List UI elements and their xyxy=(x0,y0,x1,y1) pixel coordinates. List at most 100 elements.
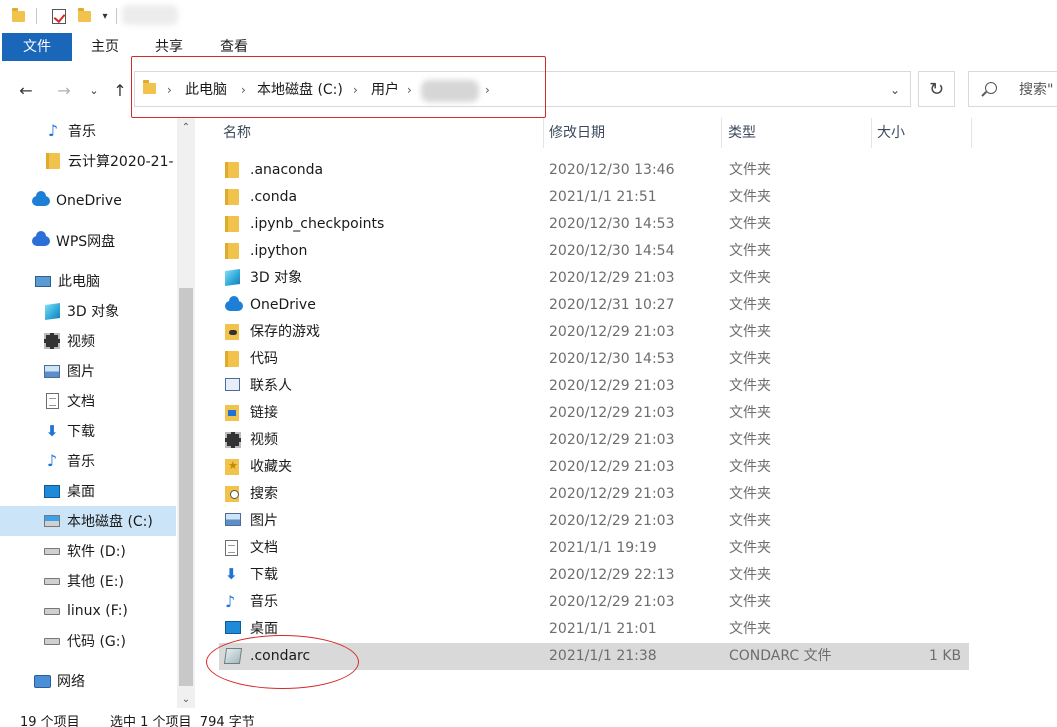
sidebar-item-label: 视频 xyxy=(67,334,95,350)
sidebar-item-music-2[interactable]: ♪ 音乐 xyxy=(0,446,176,476)
file-date: 2021/1/1 21:51 xyxy=(549,189,657,205)
folder-icon[interactable] xyxy=(10,6,26,26)
sidebar-item-onedrive[interactable]: OneDrive xyxy=(0,186,176,216)
sidebar-item-music[interactable]: ♪ 音乐 xyxy=(0,118,176,146)
file-name: .anaconda xyxy=(250,162,324,178)
file-date: 2020/12/29 21:03 xyxy=(549,432,675,448)
sidebar-item-drive-f[interactable]: linux (F:) xyxy=(0,596,176,626)
file-name: 3D 对象 xyxy=(250,270,303,286)
file-type: 文件夹 xyxy=(729,540,771,556)
divider xyxy=(36,8,37,24)
folder-icon xyxy=(225,162,243,179)
table-row[interactable]: 保存的游戏 2020/12/29 21:03 文件夹 xyxy=(219,319,969,346)
sidebar-item-this-pc[interactable]: 此电脑 xyxy=(0,266,176,296)
table-row[interactable]: 视频 2020/12/29 21:03 文件夹 xyxy=(219,427,969,454)
forward-arrow-icon[interactable]: → xyxy=(52,78,76,102)
sidebar-item-drive-c[interactable]: 本地磁盘 (C:) xyxy=(0,506,176,536)
table-row[interactable]: 桌面 2021/1/1 21:01 文件夹 xyxy=(219,616,969,643)
file-date: 2020/12/29 21:03 xyxy=(549,594,675,610)
table-row[interactable]: 收藏夹 2020/12/29 21:03 文件夹 xyxy=(219,454,969,481)
file-date: 2020/12/30 13:46 xyxy=(549,162,675,178)
video-film-icon xyxy=(43,332,61,350)
file-date: 2020/12/29 22:13 xyxy=(549,567,675,583)
new-folder-icon[interactable] xyxy=(76,6,92,26)
table-row[interactable]: .ipython 2020/12/30 14:54 文件夹 xyxy=(219,238,969,265)
file-name: 视频 xyxy=(250,432,278,448)
sidebar-item-downloads[interactable]: ⬇ 下载 xyxy=(0,416,176,446)
file-date: 2020/12/29 21:03 xyxy=(549,513,675,529)
recent-locations-chevron-icon[interactable]: ⌄ xyxy=(84,78,104,102)
tab-home[interactable]: 主页 xyxy=(80,33,130,61)
table-row[interactable]: 图片 2020/12/29 21:03 文件夹 xyxy=(219,508,969,535)
folder-icon xyxy=(225,189,243,206)
file-type: 文件夹 xyxy=(729,594,771,610)
sidebar-item-wps[interactable]: WPS网盘 xyxy=(0,226,176,256)
table-row[interactable]: .ipynb_checkpoints 2020/12/30 14:53 文件夹 xyxy=(219,211,969,238)
search-input[interactable]: 搜索" xyxy=(968,71,1057,107)
file-name: .ipynb_checkpoints xyxy=(250,216,385,232)
table-row[interactable]: 3D 对象 2020/12/29 21:03 文件夹 xyxy=(219,265,969,292)
column-divider[interactable] xyxy=(871,118,872,148)
file-date: 2020/12/29 21:03 xyxy=(549,378,675,394)
sidebar-item-drive-g[interactable]: 代码 (G:) xyxy=(0,626,176,656)
table-row[interactable]: ♪ 音乐 2020/12/29 21:03 文件夹 xyxy=(219,589,969,616)
music-note-icon: ♪ xyxy=(225,592,236,611)
table-row[interactable]: OneDrive 2020/12/31 10:27 文件夹 xyxy=(219,292,969,319)
divider xyxy=(116,8,117,24)
folder-icon xyxy=(225,351,243,368)
this-pc-icon xyxy=(34,272,52,290)
tab-file[interactable]: 文件 xyxy=(2,33,72,61)
table-row[interactable]: .conda 2021/1/1 21:51 文件夹 xyxy=(219,184,969,211)
column-header-size[interactable]: 大小 xyxy=(877,118,905,148)
column-header-date[interactable]: 修改日期 xyxy=(549,118,605,148)
back-arrow-icon[interactable]: ← xyxy=(14,78,38,102)
column-header-name[interactable]: 名称 xyxy=(223,118,251,148)
table-row[interactable]: 搜索 2020/12/29 21:03 文件夹 xyxy=(219,481,969,508)
scroll-up-chevron-icon[interactable]: ⌃ xyxy=(177,118,195,136)
table-row[interactable]: .anaconda 2020/12/30 13:46 文件夹 xyxy=(219,157,969,184)
refresh-icon[interactable]: ↻ xyxy=(918,71,955,107)
music-note-icon: ♪ xyxy=(46,451,58,470)
column-divider[interactable] xyxy=(543,118,544,148)
sidebar-item-cloud-folder[interactable]: 云计算2020-21- xyxy=(0,146,176,176)
sidebar-item-desktop[interactable]: 桌面 xyxy=(0,476,176,506)
file-type: 文件夹 xyxy=(729,405,771,421)
table-row[interactable]: 文档 2021/1/1 19:19 文件夹 xyxy=(219,535,969,562)
sidebar-item-pictures[interactable]: 图片 xyxy=(0,356,176,386)
up-arrow-icon[interactable]: ↑ xyxy=(108,78,132,102)
sidebar-item-3d-objects[interactable]: 3D 对象 xyxy=(0,296,176,326)
table-row[interactable]: 代码 2020/12/30 14:53 文件夹 xyxy=(219,346,969,373)
file-type: 文件夹 xyxy=(729,216,771,232)
sidebar-item-label: 软件 (D:) xyxy=(67,544,126,560)
file-date: 2020/12/31 10:27 xyxy=(549,297,675,313)
sidebar-item-videos[interactable]: 视频 xyxy=(0,326,176,356)
table-row[interactable]: ⬇ 下载 2020/12/29 22:13 文件夹 xyxy=(219,562,969,589)
sidebar-item-drive-e[interactable]: 其他 (E:) xyxy=(0,566,176,596)
properties-check-icon[interactable] xyxy=(50,6,68,26)
file-name: .ipython xyxy=(250,243,308,259)
sidebar-item-label: 桌面 xyxy=(67,484,95,500)
sidebar-item-label: 音乐 xyxy=(68,124,96,140)
customize-toolbar-chevron-icon[interactable]: ▾ xyxy=(98,6,112,26)
column-divider[interactable] xyxy=(971,118,972,148)
file-type: CONDARC 文件 xyxy=(729,648,832,664)
sidebar-item-documents[interactable]: 文档 xyxy=(0,386,176,416)
sidebar-item-drive-d[interactable]: 软件 (D:) xyxy=(0,536,176,566)
table-row[interactable]: 链接 2020/12/29 21:03 文件夹 xyxy=(219,400,969,427)
searches-icon xyxy=(225,486,243,503)
file-name: 搜索 xyxy=(250,486,278,502)
navigation-pane: ♪ 音乐 云计算2020-21- OneDrive WPS网盘 此电脑 3D 对… xyxy=(0,118,176,708)
table-row[interactable]: 联系人 2020/12/29 21:03 文件夹 xyxy=(219,373,969,400)
address-dropdown-chevron-icon[interactable]: ⌄ xyxy=(884,72,906,108)
column-divider[interactable] xyxy=(721,118,722,148)
file-type: 文件夹 xyxy=(729,324,771,340)
file-type: 文件夹 xyxy=(729,297,771,313)
music-note-icon: ♪ xyxy=(47,121,59,140)
file-type: 文件夹 xyxy=(729,270,771,286)
sidebar-item-network[interactable]: 网络 xyxy=(0,666,176,696)
sidebar-item-label: 代码 (G:) xyxy=(67,634,126,650)
scrollbar-thumb[interactable] xyxy=(179,288,193,686)
scroll-down-chevron-icon[interactable]: ⌄ xyxy=(177,690,195,708)
sidebar-scrollbar[interactable]: ⌃ ⌄ xyxy=(177,118,195,708)
column-header-type[interactable]: 类型 xyxy=(728,118,756,148)
